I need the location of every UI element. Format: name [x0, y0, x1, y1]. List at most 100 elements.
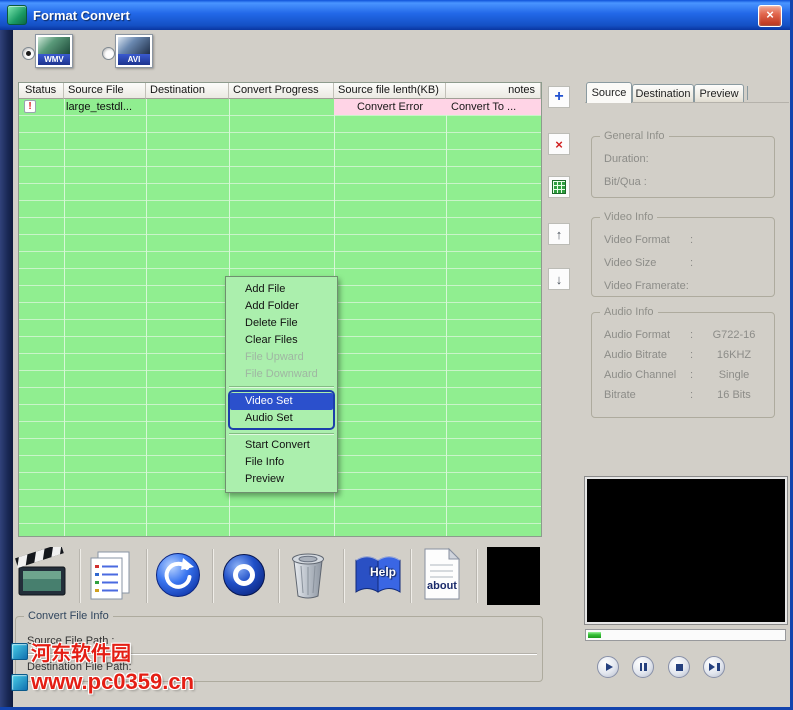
- col-notes[interactable]: notes: [446, 83, 541, 99]
- seek-bar[interactable]: [585, 629, 786, 641]
- watermark-icon: [11, 674, 28, 691]
- toolbar-separator: [476, 549, 477, 603]
- seek-progress: [588, 632, 601, 638]
- tab-source[interactable]: Source: [586, 82, 632, 103]
- delete-icon: ×: [555, 137, 563, 152]
- plus-icon: +: [554, 90, 563, 104]
- about-button[interactable]: [420, 547, 464, 604]
- watermark-icon: [11, 643, 28, 660]
- video-preview: [585, 477, 787, 624]
- colon: :: [690, 369, 702, 382]
- close-button[interactable]: ×: [758, 5, 782, 27]
- play-button[interactable]: [597, 656, 619, 678]
- file-upward-button[interactable]: ↑: [548, 223, 570, 245]
- menu-separator: [229, 433, 334, 434]
- pause-icon: [644, 663, 647, 671]
- menu-item-file-downward: File Downward: [226, 366, 337, 383]
- wmv-radio[interactable]: [22, 47, 35, 60]
- avi-thumbnail: [118, 37, 150, 54]
- video-size-value: [702, 257, 766, 270]
- add-file-button[interactable]: +: [548, 86, 570, 108]
- audio-bitrate-label: Audio Bitrate: [604, 349, 690, 362]
- audio-info-group: Audio Info Audio Format:G722-16 Audio Bi…: [591, 312, 775, 418]
- menu-item-file-upward: File Upward: [226, 349, 337, 366]
- toolbar-separator: [79, 549, 80, 603]
- colon: :: [690, 257, 702, 270]
- colon: [690, 280, 702, 293]
- pause-button[interactable]: [632, 656, 654, 678]
- video-info-title: Video Info: [600, 211, 657, 223]
- convert-progress-cell: Convert Error: [334, 101, 446, 113]
- clear-files-button[interactable]: [548, 176, 570, 198]
- avi-radio[interactable]: [102, 47, 115, 60]
- grid-line: [64, 99, 65, 536]
- menu-item-audio-set[interactable]: Audio Set: [230, 410, 333, 427]
- audio-format-label: Audio Format: [604, 329, 690, 342]
- help-label: Help: [363, 565, 403, 579]
- menu-item-clear-files[interactable]: Clear Files: [226, 332, 337, 349]
- context-menu: Add File Add Folder Delete File Clear Fi…: [225, 276, 338, 493]
- add-video-button[interactable]: [14, 547, 70, 604]
- avi-format-icon[interactable]: AVI: [115, 34, 153, 68]
- info-row: Audio Bitrate:16KHZ: [604, 349, 766, 362]
- skip-end-button[interactable]: [703, 656, 725, 678]
- wmv-format-icon[interactable]: WMV: [35, 34, 73, 68]
- general-info-title: General Info: [600, 130, 669, 142]
- about-page-icon: [420, 547, 464, 601]
- wmv-thumbnail: [38, 37, 70, 54]
- error-highlight-band: Convert Error Convert To ...: [334, 99, 541, 115]
- info-row: Audio Channel:Single: [604, 369, 766, 382]
- clapperboard-icon: [14, 547, 70, 601]
- source-file-name: large_testdl...: [66, 101, 132, 113]
- bitrate-value: 16 Bits: [702, 389, 766, 402]
- col-source-file[interactable]: Source File: [64, 83, 146, 99]
- bitrate-label: Bitrate: [604, 389, 690, 402]
- trash-icon: [286, 548, 330, 601]
- skip-icon: [709, 663, 715, 671]
- watermark-text: 河东软件园: [31, 637, 131, 666]
- window-title: Format Convert: [33, 8, 130, 23]
- playlist-button[interactable]: [86, 549, 134, 604]
- menu-item-delete-file[interactable]: Delete File: [226, 315, 337, 332]
- menu-item-preview[interactable]: Preview: [226, 471, 337, 488]
- table-row[interactable]: ! large_testdl... Convert Error Convert …: [19, 99, 541, 115]
- menu-item-file-info[interactable]: File Info: [226, 454, 337, 471]
- info-row: Video Framerate:: [604, 280, 766, 293]
- file-downward-button[interactable]: ↓: [548, 268, 570, 290]
- duration-label: Duration:: [604, 153, 690, 166]
- title-bar[interactable]: Format Convert ×: [0, 0, 790, 30]
- col-source-length[interactable]: Source file lenth(KB): [334, 83, 446, 99]
- menu-separator: [229, 386, 334, 387]
- col-status[interactable]: Status: [19, 83, 64, 99]
- menu-focus-group: Video Set Audio Set: [228, 390, 335, 430]
- video-format-value: [702, 234, 766, 247]
- watermark-line2: www.pc0359.cn: [11, 669, 194, 695]
- toolbar-separator: [146, 549, 147, 603]
- video-format-label: Video Format: [604, 234, 690, 247]
- tab-destination[interactable]: Destination: [632, 84, 694, 103]
- stop-icon: [676, 664, 683, 671]
- trash-button[interactable]: [286, 548, 330, 604]
- audio-channel-value: Single: [702, 369, 766, 382]
- col-destination[interactable]: Destination: [146, 83, 229, 99]
- skip-bar-icon: [717, 663, 720, 671]
- start-convert-button[interactable]: [154, 551, 202, 602]
- delete-file-button[interactable]: ×: [548, 133, 570, 155]
- table-header: StatusSource FileDestinationConvert Prog…: [19, 83, 541, 99]
- toolbar-separator: [410, 549, 411, 603]
- convert-refresh-icon: [154, 551, 202, 599]
- col-convert-progress[interactable]: Convert Progress: [229, 83, 334, 99]
- menu-item-video-set[interactable]: Video Set: [230, 393, 333, 410]
- watermark-line1: 河东软件园: [11, 637, 131, 666]
- audio-bitrate-value: 16KHZ: [702, 349, 766, 362]
- menu-item-start-convert[interactable]: Start Convert: [226, 437, 337, 454]
- radio-dot: [26, 51, 31, 56]
- toolbar-separator: [212, 549, 213, 603]
- record-ring-icon: [221, 552, 267, 598]
- clear-grid-icon: [552, 180, 566, 194]
- menu-item-add-file[interactable]: Add File: [226, 281, 337, 298]
- stop-convert-button[interactable]: [221, 552, 267, 601]
- stop-button[interactable]: [668, 656, 690, 678]
- tab-preview[interactable]: Preview: [694, 84, 744, 103]
- menu-item-add-folder[interactable]: Add Folder: [226, 298, 337, 315]
